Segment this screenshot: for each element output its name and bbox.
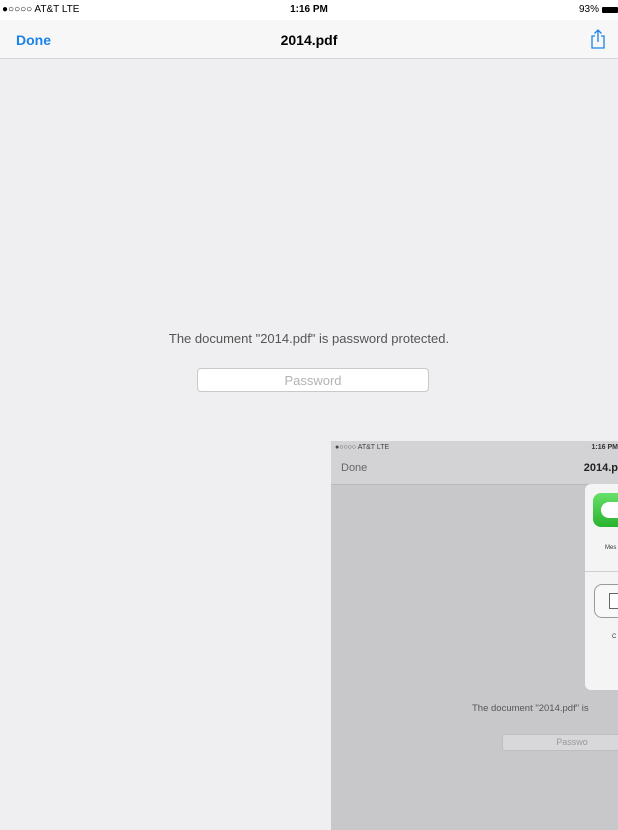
thumbnail-done-button: Done (341, 462, 368, 474)
battery-indicator: 93% (579, 4, 618, 15)
thumbnail-title: 2014.p (583, 462, 618, 474)
password-protected-message: The document "2014.pdf" is password prot… (168, 331, 450, 346)
thumbnail-message: The document "2014.pdf" is (472, 703, 589, 714)
share-icon[interactable] (588, 28, 608, 50)
thumbnail-time: 1:16 PM (591, 444, 618, 451)
battery-icon (602, 6, 618, 13)
page-title: 2014.pdf (280, 32, 338, 48)
password-field[interactable] (197, 368, 429, 392)
messages-label: Mes (605, 545, 617, 551)
screenshot-thumbnail[interactable]: ●○○○○ AT&T LTE 1:16 PM Done 2014.p Mes C… (331, 441, 618, 830)
share-sheet: Mes C (585, 484, 618, 690)
copy-icon (594, 584, 618, 618)
copy-label: C (612, 634, 617, 640)
status-bar: ●○○○○ AT&T LTE 1:16 PM 93% (0, 0, 618, 20)
navigation-bar: Done 2014.pdf (0, 20, 618, 59)
thumbnail-password-field: Passwo (502, 734, 618, 751)
thumbnail-status-bar: ●○○○○ AT&T LTE 1:16 PM (331, 441, 618, 455)
status-time: 1:16 PM (290, 4, 328, 15)
battery-percent: 93% (578, 4, 599, 15)
share-sheet-divider (585, 571, 618, 572)
thumbnail-carrier: ●○○○○ AT&T LTE (335, 444, 390, 451)
thumbnail-navigation-bar: Done 2014.p (331, 455, 618, 485)
messages-icon (593, 493, 618, 527)
